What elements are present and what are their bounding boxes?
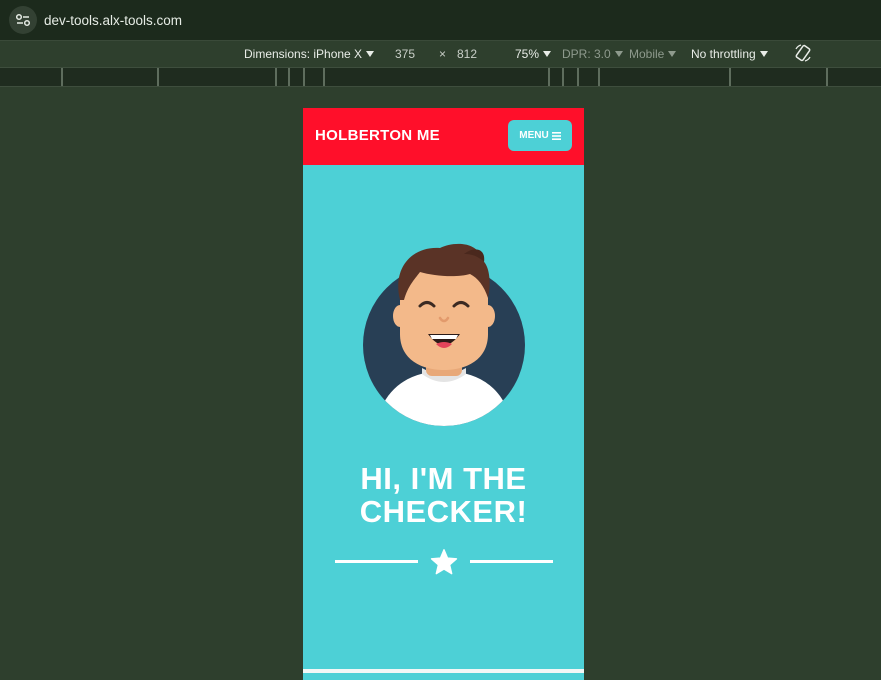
checker-avatar [363,243,525,426]
menu-label: MENU [519,130,549,141]
width-input[interactable]: 375 [395,47,415,61]
ruler-tick [303,68,305,86]
tune-icon [15,13,31,27]
divider-line-left [335,560,418,563]
height-input[interactable]: 812 [457,47,477,61]
browser-address-bar: dev-tools.alx-tools.com [0,0,881,41]
ruler-tick [562,68,564,86]
dimensions-label: Dimensions: iPhone X [244,47,363,61]
rotate-icon [795,44,811,62]
rotate-button[interactable] [794,43,812,66]
menu-button[interactable]: MENU [508,120,572,151]
site-info-button[interactable] [9,6,37,34]
hero-headline: HI, I'M THE CHECKER! [303,462,584,528]
ruler-tick [826,68,828,86]
ruler-tick [61,68,63,86]
chevron-down-icon [543,51,552,57]
ruler-tick [323,68,325,86]
ruler-tick [275,68,277,86]
brand-logo[interactable]: HOLBERTON ME [315,127,440,144]
media-query-ruler[interactable] [0,67,881,87]
zoom-label: 75% [515,47,540,61]
next-section-edge [303,669,584,673]
throttling-label: No throttling [691,47,756,61]
ruler-tick [577,68,579,86]
ruler-tick [548,68,550,86]
device-viewport: HOLBERTON ME MENU HI, I'M THE CHECKER! [303,108,584,680]
mode-label: Mobile [629,47,665,61]
hamburger-icon [551,131,561,140]
dpr-label: DPR: 3.0 [562,47,611,61]
ruler-tick [729,68,731,86]
headline-line-1: HI, I'M THE [360,461,527,496]
mode-dropdown[interactable]: Mobile [629,47,677,61]
device-toolbar: Dimensions: iPhone X 375 × 812 75% DPR: … [0,41,881,67]
star-icon [430,549,458,575]
ruler-tick [288,68,290,86]
chevron-down-icon [366,51,375,57]
ruler-tick [598,68,600,86]
dimension-separator: × [439,47,447,61]
chevron-down-icon [668,51,677,57]
zoom-dropdown[interactable]: 75% [515,47,552,61]
divider-line-right [470,560,553,563]
top-navbar: HOLBERTON ME MENU [303,108,584,165]
chevron-down-icon [759,51,768,57]
chevron-down-icon [614,51,623,57]
url-text[interactable]: dev-tools.alx-tools.com [44,13,182,28]
throttling-dropdown[interactable]: No throttling [691,47,768,61]
ruler-tick [157,68,159,86]
headline-line-2: CHECKER! [359,494,528,529]
dpr-dropdown[interactable]: DPR: 3.0 [562,47,623,61]
dimensions-dropdown[interactable]: Dimensions: iPhone X [244,47,375,61]
